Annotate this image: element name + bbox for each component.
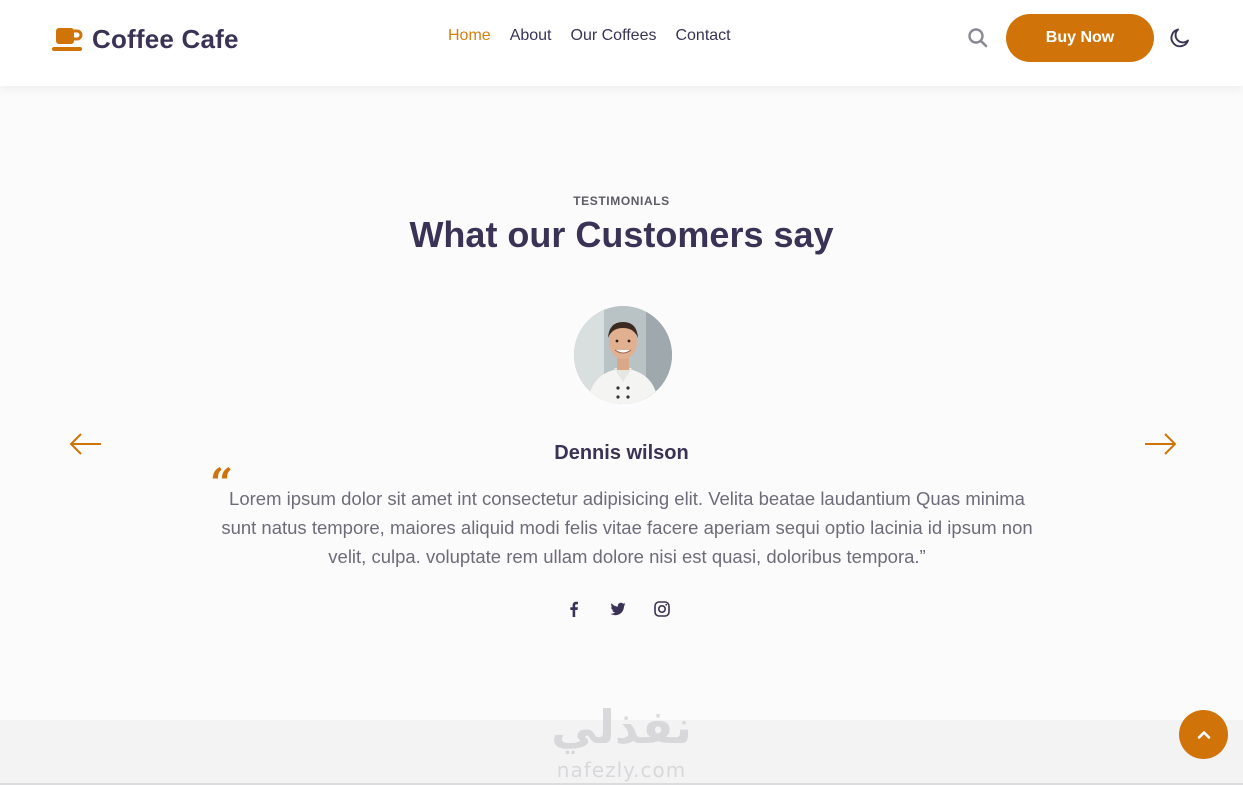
brand-name: Coffee Cafe — [92, 24, 239, 54]
nav-our-coffees[interactable]: Our Coffees — [571, 27, 657, 45]
customer-name: Dennis wilson — [554, 442, 689, 464]
testimonials-section: TESTIMONIALS What our Customers say Denn — [0, 92, 1243, 720]
brand-logo[interactable]: Coffee Cafe — [52, 24, 239, 55]
buy-now-button[interactable]: Buy Now — [1006, 14, 1154, 62]
customer-avatar — [574, 306, 672, 404]
testimonial-quote: Lorem ipsum dolor sit amet int consectet… — [221, 488, 1033, 567]
scroll-to-top-button[interactable] — [1179, 710, 1228, 759]
search-icon[interactable] — [967, 27, 989, 49]
customer-socials — [565, 600, 671, 618]
section-title: What our Customers say — [409, 214, 834, 255]
watermark-logo: نفذلي — [551, 700, 692, 754]
twitter-icon[interactable] — [609, 600, 627, 618]
nav-home[interactable]: Home — [448, 27, 491, 45]
instagram-icon[interactable] — [653, 600, 671, 618]
facebook-icon[interactable] — [565, 600, 583, 618]
nav-about[interactable]: About — [510, 27, 552, 45]
chevron-up-icon — [1197, 730, 1210, 739]
site-header: Coffee Cafe Home About Our Coffees Conta… — [0, 0, 1243, 86]
moon-icon[interactable] — [1168, 26, 1192, 50]
coffee-cup-icon — [52, 27, 83, 51]
section-eyebrow: TESTIMONIALS — [573, 194, 670, 208]
nav-contact[interactable]: Contact — [675, 27, 730, 45]
main-nav: Home About Our Coffees Contact — [448, 27, 731, 45]
watermark-url: nafezly.com — [556, 758, 687, 782]
customer-photo — [574, 306, 672, 404]
